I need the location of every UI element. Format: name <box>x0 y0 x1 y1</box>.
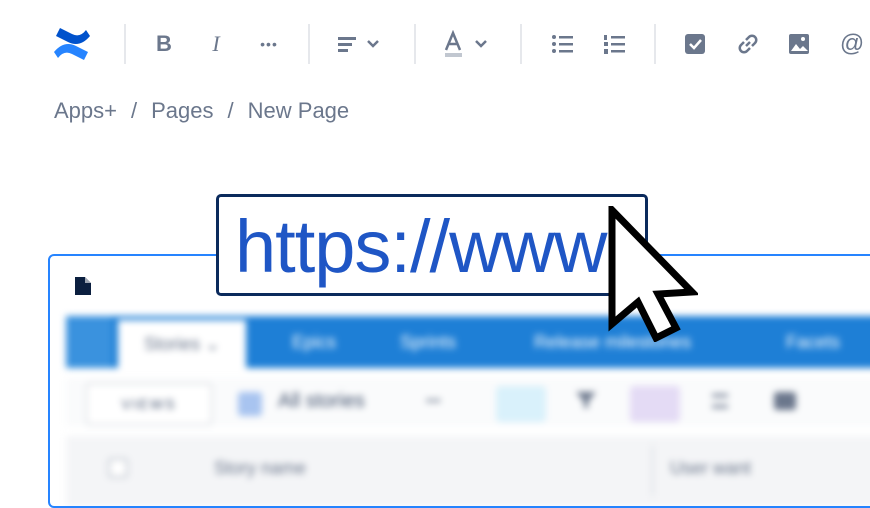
breadcrumb: Apps+ / Pages / New Page <box>54 98 349 124</box>
url-bar[interactable]: https://www <box>216 194 648 296</box>
grid-menu-icon[interactable] <box>66 316 112 368</box>
column-header-user-want[interactable]: User want <box>670 458 751 479</box>
more-formatting-icon[interactable]: ••• <box>252 30 286 58</box>
toolbar-divider <box>414 24 416 64</box>
column-header-story-name[interactable]: Story name <box>214 458 306 479</box>
column-header-divider <box>652 446 653 496</box>
toolbar-divider <box>520 24 522 64</box>
link-icon[interactable] <box>734 30 762 58</box>
comment-icon[interactable] <box>774 392 796 410</box>
breadcrumb-separator: / <box>131 98 138 123</box>
tab-facets[interactable]: Facets <box>786 316 840 368</box>
italic-icon[interactable]: I <box>202 30 230 58</box>
task-checkbox-icon[interactable] <box>682 30 708 58</box>
document-icon <box>75 277 91 295</box>
toolbar-divider <box>308 24 310 64</box>
mention-icon[interactable]: @ <box>838 30 866 58</box>
sort-icon[interactable] <box>712 394 728 408</box>
more-icon[interactable]: ••• <box>426 392 441 408</box>
table-header: Story name User want <box>66 436 870 506</box>
filter-label[interactable]: All stories <box>278 390 365 413</box>
app-tab-bar: Stories ⌄ Epics Sprints Release mileston… <box>66 316 870 368</box>
text-color-icon[interactable] <box>442 30 492 58</box>
toolbar-divider <box>124 24 126 64</box>
views-button[interactable]: VIEWS <box>86 383 212 425</box>
tab-sprints[interactable]: Sprints <box>400 316 456 368</box>
mouse-pointer-icon <box>608 206 698 342</box>
bullet-list-icon[interactable] <box>550 30 576 58</box>
group-icon[interactable] <box>496 386 546 422</box>
align-icon[interactable] <box>336 30 386 58</box>
filter-color-icon <box>238 392 262 416</box>
confluence-logo-icon[interactable] <box>50 22 94 66</box>
view-controls: VIEWS All stories ••• <box>66 378 870 426</box>
filter-icon[interactable] <box>576 392 596 408</box>
bold-icon[interactable]: B <box>150 30 178 58</box>
toolbar-divider <box>654 24 656 64</box>
breadcrumb-item[interactable]: Pages <box>151 98 213 124</box>
select-all-checkbox[interactable] <box>108 458 128 478</box>
tab-epics[interactable]: Epics <box>292 316 336 368</box>
editor-toolbar: B I ••• @ <box>0 0 870 88</box>
breadcrumb-separator: / <box>227 98 234 123</box>
image-icon[interactable] <box>786 30 812 58</box>
numbered-list-icon[interactable] <box>602 30 628 58</box>
columns-icon[interactable] <box>630 386 680 422</box>
tab-stories[interactable]: Stories ⌄ <box>118 320 247 368</box>
url-text: https://www <box>235 205 607 288</box>
breadcrumb-item[interactable]: Apps+ <box>54 98 117 124</box>
breadcrumb-item[interactable]: New Page <box>248 98 350 124</box>
